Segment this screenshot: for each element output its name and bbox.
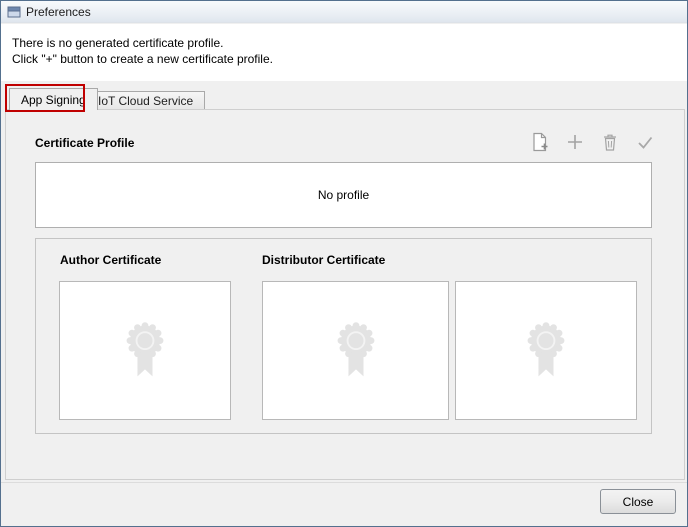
add-profile-icon[interactable] (564, 131, 586, 153)
close-button[interactable]: Close (600, 489, 676, 514)
tab-app-signing-label: App Signing (21, 93, 86, 107)
profile-list[interactable]: No profile (35, 162, 652, 228)
set-active-profile-icon[interactable] (634, 131, 656, 153)
title-bar[interactable]: Preferences (1, 1, 687, 23)
tab-page-app-signing: Certificate Profile (5, 109, 685, 480)
author-certificate-box (59, 281, 231, 420)
certificate-badge-icon (523, 320, 569, 382)
window-title: Preferences (26, 5, 91, 19)
delete-profile-icon[interactable] (599, 131, 621, 153)
info-line-1: There is no generated certificate profil… (12, 35, 687, 51)
certificate-badge-icon (333, 320, 379, 382)
new-profile-icon[interactable] (529, 131, 551, 153)
tab-app-signing[interactable]: App Signing (9, 88, 98, 110)
no-profile-text: No profile (318, 188, 369, 202)
window-icon (7, 5, 21, 19)
info-header: There is no generated certificate profil… (1, 24, 687, 81)
info-line-2: Click "+" button to create a new certifi… (12, 51, 687, 67)
tab-iot-cloud-service-label: IoT Cloud Service (98, 94, 193, 108)
profile-toolbar (529, 131, 656, 153)
author-certificate-title: Author Certificate (60, 253, 161, 267)
footer-divider (1, 482, 687, 483)
tab-iot-cloud-service[interactable]: IoT Cloud Service (86, 91, 205, 110)
distributor-certificate-box-1 (262, 281, 449, 420)
certificate-profile-title: Certificate Profile (35, 136, 134, 150)
distributor-certificate-box-2 (455, 281, 637, 420)
preferences-dialog: Preferences There is no generated certif… (0, 0, 688, 527)
certificates-group: Author Certificate Distributor Certifica… (35, 238, 652, 434)
certificate-badge-icon (122, 320, 168, 382)
distributor-certificate-title: Distributor Certificate (262, 253, 385, 267)
